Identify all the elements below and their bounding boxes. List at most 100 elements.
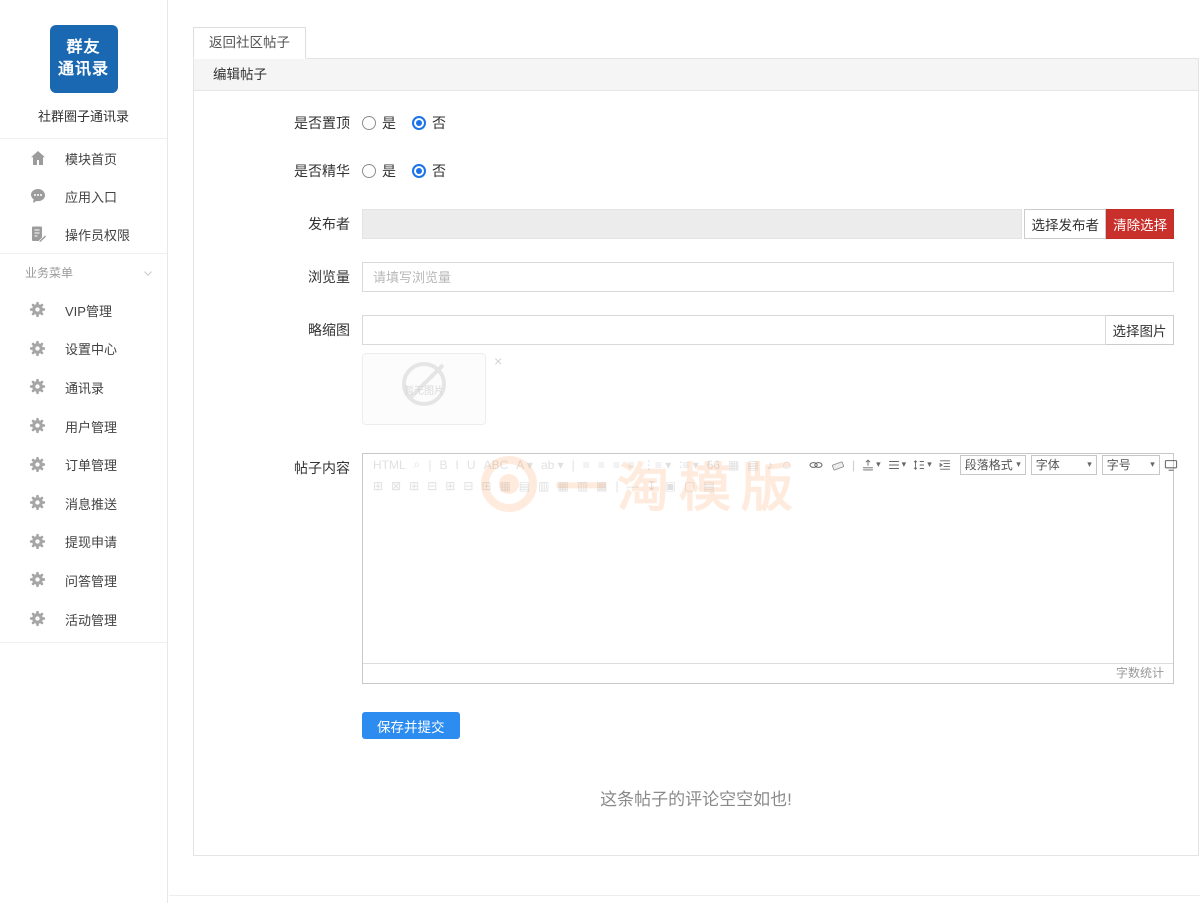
toolbar-icon[interactable]: ⊠ xyxy=(387,479,405,493)
chevron-down-icon: ▾ xyxy=(1087,459,1092,470)
gear-icon xyxy=(28,455,48,475)
toolbar-icon[interactable]: | xyxy=(568,458,579,472)
paragraph-format-select[interactable]: 段落格式 ▾ xyxy=(960,455,1026,475)
app-logo[interactable]: 群友 通讯录 xyxy=(50,25,118,93)
toolbar-icon[interactable]: ⊟ xyxy=(459,479,477,493)
sticky-radio-no[interactable]: 否 xyxy=(412,113,446,133)
toolbar-icon[interactable]: — xyxy=(623,479,643,493)
toolbar-icon[interactable]: ▥ xyxy=(534,479,553,493)
clear-publisher-button[interactable]: 清除选择 xyxy=(1106,209,1174,239)
toolbar-icon[interactable]: ≡ xyxy=(624,458,639,472)
radio-label-no: 否 xyxy=(432,113,446,133)
main-content: 返回社区帖子 编辑帖子 一淘模版 是否置顶 是 否 xyxy=(169,0,1200,896)
toolbar-icon[interactable]: ⊞ xyxy=(405,479,423,493)
sidebar-menu-item-label: 订单管理 xyxy=(65,455,117,474)
toolbar-icon[interactable]: B xyxy=(436,458,452,472)
sidebar-item-module-home[interactable]: 模块首页 xyxy=(0,139,167,177)
editor-content-area[interactable] xyxy=(363,496,1173,663)
toolbar-icon[interactable]: ▦ xyxy=(553,479,572,493)
sidebar-section-business-menu[interactable]: 业务菜单 xyxy=(0,253,167,291)
sidebar-menu-item[interactable]: 问答管理 xyxy=(0,561,167,600)
remove-thumbnail-icon[interactable]: × xyxy=(494,353,502,369)
radio-unchecked-icon[interactable] xyxy=(362,164,376,178)
font-size-value: 字号 xyxy=(1107,456,1131,473)
toolbar-icon[interactable]: ▦ xyxy=(592,479,611,493)
toolbar-icon[interactable]: ⊞ xyxy=(369,479,387,493)
indent-icon[interactable] xyxy=(935,458,955,472)
radio-checked-icon[interactable] xyxy=(412,164,426,178)
sidebar-menu-item[interactable]: 提现申请 xyxy=(0,523,167,562)
fullscreen-icon[interactable] xyxy=(1160,457,1182,473)
eraser-icon[interactable] xyxy=(827,457,849,473)
toolbar-icon[interactable]: ⊞ xyxy=(441,479,459,493)
toolbar-icon[interactable]: A ▾ xyxy=(512,458,537,472)
save-submit-button[interactable]: 保存并提交 xyxy=(362,712,460,739)
field-label-sticky: 是否置顶 xyxy=(194,113,362,133)
choose-publisher-button[interactable]: 选择发布者 xyxy=(1024,209,1106,239)
toolbar-icon[interactable]: ▤ xyxy=(699,479,718,493)
toolbar-icon[interactable]: | xyxy=(424,458,435,472)
toolbar-icon[interactable]: ▦ xyxy=(724,458,743,472)
publisher-field xyxy=(362,209,1022,239)
toolbar-icon[interactable]: ⊞ xyxy=(477,479,495,493)
font-size-select[interactable]: 字号 ▾ xyxy=(1102,455,1160,475)
no-image-text: 暂无图片 xyxy=(363,382,485,397)
radio-checked-icon[interactable] xyxy=(412,116,426,130)
align-top-dropdown-icon[interactable]: ▾ xyxy=(858,458,884,472)
sidebar-menu-item[interactable]: 消息推送 xyxy=(0,484,167,523)
sidebar-menu-item[interactable]: 订单管理 xyxy=(0,445,167,484)
line-spacing-dropdown-icon[interactable]: ▾ xyxy=(884,458,910,472)
toolbar-icon[interactable]: ≡ xyxy=(594,458,609,472)
toolbar-icon[interactable]: ♪ xyxy=(763,458,777,472)
sidebar-item-label: 应用入口 xyxy=(65,187,117,206)
toolbar-icon[interactable]: ⊟ xyxy=(423,479,441,493)
toolbar-icon[interactable]: I xyxy=(452,458,463,472)
section-label: 业务菜单 xyxy=(25,264,73,281)
wordcount-label: 字数统计 xyxy=(1116,666,1164,680)
sidebar-item-operator-permission[interactable]: 操作员权限 xyxy=(0,215,167,253)
toolbar-icon[interactable]: ▢ xyxy=(680,479,699,493)
toolbar-icon[interactable]: ▣ xyxy=(661,479,680,493)
toolbar-icon[interactable]: ▥ xyxy=(573,479,592,493)
toolbar-icon[interactable]: ≡ xyxy=(609,458,624,472)
digest-radio-no[interactable]: 否 xyxy=(412,161,446,181)
sidebar-menu-item[interactable]: 活动管理 xyxy=(0,600,167,639)
toolbar-icon[interactable]: U xyxy=(463,458,480,472)
toolbar-icon[interactable]: ABC xyxy=(480,458,513,472)
tab-back-to-community-posts[interactable]: 返回社区帖子 xyxy=(193,27,306,59)
sidebar-menu-item[interactable]: 用户管理 xyxy=(0,407,167,446)
sidebar-menu-item[interactable]: VIP管理 xyxy=(0,291,167,330)
choose-image-button[interactable]: 选择图片 xyxy=(1106,315,1174,345)
toolbar-icon[interactable]: ∶≡ ▾ xyxy=(675,458,702,472)
toolbar-icon[interactable]: | xyxy=(612,479,623,493)
paragraph-spacing-dropdown-icon[interactable]: ▾ xyxy=(909,458,935,472)
sticky-radio-yes[interactable]: 是 xyxy=(362,113,396,133)
digest-radio-yes[interactable]: 是 xyxy=(362,161,396,181)
form-row-publisher: 发布者 选择发布者 清除选择 xyxy=(194,209,1198,239)
radio-unchecked-icon[interactable] xyxy=(362,116,376,130)
sidebar: 群友 通讯录 社群圈子通讯录 模块首页 应用入口 操作员权限 业务菜单 xyxy=(0,0,168,903)
toolbar-icon[interactable]: ☺ xyxy=(777,458,797,472)
toolbar-icon[interactable]: ▦ xyxy=(495,479,514,493)
font-family-select[interactable]: 字体 ▾ xyxy=(1031,455,1097,475)
toolbar-icon[interactable]: ▤ xyxy=(743,458,762,472)
toolbar-icon[interactable]: ▤ xyxy=(515,479,534,493)
sidebar-menu-item[interactable]: 通讯录 xyxy=(0,368,167,407)
sidebar-item-app-entry[interactable]: 应用入口 xyxy=(0,177,167,215)
views-input[interactable] xyxy=(362,262,1174,292)
thumbnail-input[interactable] xyxy=(362,315,1106,345)
operator-permission-icon xyxy=(28,224,48,244)
toolbar-icon[interactable]: ⋮≡ ▾ xyxy=(639,458,675,472)
toolbar-icon[interactable]: ≡ xyxy=(579,458,594,472)
sidebar-menu-item[interactable]: 设置中心 xyxy=(0,330,167,369)
app-subtitle: 社群圈子通讯录 xyxy=(0,106,167,125)
toolbar-icon[interactable]: ⌕ xyxy=(410,457,425,472)
link-icon[interactable] xyxy=(805,457,827,473)
field-label-digest: 是否精华 xyxy=(194,161,362,181)
toolbar-icon[interactable]: ↧ xyxy=(643,479,661,493)
toolbar-icon[interactable]: 66 xyxy=(703,458,724,472)
toolbar-icon[interactable]: ab ▾ xyxy=(537,458,568,472)
no-image-placeholder: 暂无图片 xyxy=(362,353,486,425)
toolbar-icon[interactable]: HTML xyxy=(369,458,410,472)
content-controls: HTML⌕|BIUABCA ▾ab ▾|≡≡≡≡⋮≡ ▾∶≡ ▾66▦▤♪☺ xyxy=(362,453,1174,739)
